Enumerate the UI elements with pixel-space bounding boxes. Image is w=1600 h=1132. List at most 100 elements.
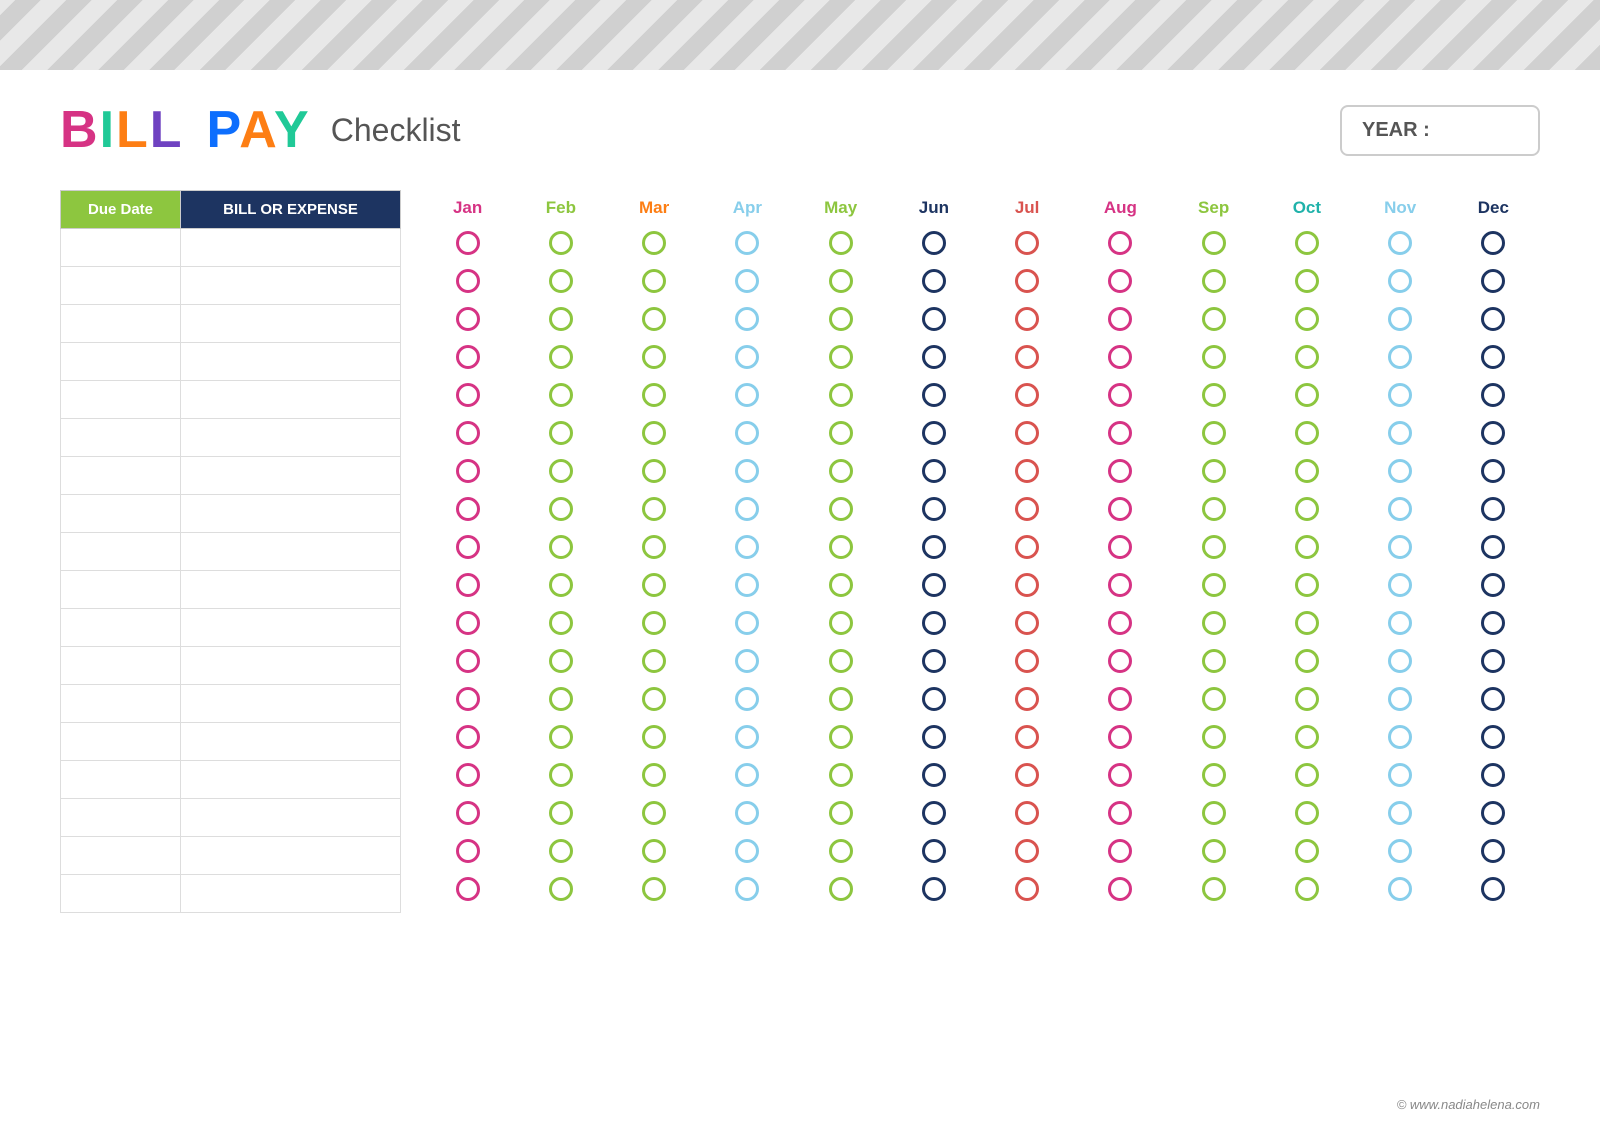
- circle-nov[interactable]: [1388, 497, 1412, 521]
- month-cell-may[interactable]: [794, 264, 887, 302]
- month-cell-oct[interactable]: [1260, 416, 1353, 454]
- circle-dec[interactable]: [1481, 839, 1505, 863]
- month-cell-sep[interactable]: [1167, 834, 1260, 872]
- month-cell-nov[interactable]: [1354, 568, 1447, 606]
- circle-apr[interactable]: [735, 801, 759, 825]
- month-cell-aug[interactable]: [1074, 796, 1167, 834]
- circle-mar[interactable]: [642, 573, 666, 597]
- month-cell-jan[interactable]: [421, 340, 514, 378]
- month-cell-aug[interactable]: [1074, 872, 1167, 910]
- circle-apr[interactable]: [735, 611, 759, 635]
- month-cell-apr[interactable]: [701, 416, 794, 454]
- month-cell-aug[interactable]: [1074, 644, 1167, 682]
- circle-apr[interactable]: [735, 535, 759, 559]
- month-cell-aug[interactable]: [1074, 226, 1167, 264]
- circle-sep[interactable]: [1202, 269, 1226, 293]
- circle-aug[interactable]: [1108, 269, 1132, 293]
- month-cell-apr[interactable]: [701, 378, 794, 416]
- month-cell-jun[interactable]: [887, 416, 980, 454]
- circle-apr[interactable]: [735, 269, 759, 293]
- month-cell-jan[interactable]: [421, 720, 514, 758]
- month-cell-apr[interactable]: [701, 834, 794, 872]
- month-cell-apr[interactable]: [701, 796, 794, 834]
- month-cell-may[interactable]: [794, 568, 887, 606]
- circle-jan[interactable]: [456, 535, 480, 559]
- due-date-cell[interactable]: [61, 305, 181, 343]
- month-cell-jan[interactable]: [421, 568, 514, 606]
- circle-feb[interactable]: [549, 611, 573, 635]
- bill-expense-cell[interactable]: [181, 267, 401, 305]
- month-cell-nov[interactable]: [1354, 606, 1447, 644]
- circle-aug[interactable]: [1108, 877, 1132, 901]
- bill-expense-cell[interactable]: [181, 305, 401, 343]
- month-cell-apr[interactable]: [701, 720, 794, 758]
- month-cell-may[interactable]: [794, 378, 887, 416]
- circle-may[interactable]: [829, 725, 853, 749]
- month-cell-dec[interactable]: [1447, 682, 1540, 720]
- circle-feb[interactable]: [549, 345, 573, 369]
- circle-oct[interactable]: [1295, 497, 1319, 521]
- circle-may[interactable]: [829, 801, 853, 825]
- month-cell-jan[interactable]: [421, 834, 514, 872]
- circle-sep[interactable]: [1202, 307, 1226, 331]
- month-cell-oct[interactable]: [1260, 454, 1353, 492]
- circle-dec[interactable]: [1481, 231, 1505, 255]
- due-date-cell[interactable]: [61, 647, 181, 685]
- circle-mar[interactable]: [642, 687, 666, 711]
- month-cell-jul[interactable]: [981, 834, 1074, 872]
- month-cell-jan[interactable]: [421, 416, 514, 454]
- month-cell-may[interactable]: [794, 606, 887, 644]
- bill-expense-cell[interactable]: [181, 343, 401, 381]
- circle-nov[interactable]: [1388, 345, 1412, 369]
- circle-sep[interactable]: [1202, 725, 1226, 749]
- circle-jul[interactable]: [1015, 459, 1039, 483]
- month-cell-dec[interactable]: [1447, 834, 1540, 872]
- month-cell-jun[interactable]: [887, 264, 980, 302]
- circle-jul[interactable]: [1015, 801, 1039, 825]
- month-cell-oct[interactable]: [1260, 720, 1353, 758]
- month-cell-oct[interactable]: [1260, 872, 1353, 910]
- month-cell-mar[interactable]: [608, 682, 701, 720]
- month-cell-may[interactable]: [794, 530, 887, 568]
- circle-jan[interactable]: [456, 839, 480, 863]
- month-cell-oct[interactable]: [1260, 682, 1353, 720]
- month-cell-aug[interactable]: [1074, 340, 1167, 378]
- month-cell-jun[interactable]: [887, 378, 980, 416]
- circle-may[interactable]: [829, 231, 853, 255]
- month-cell-nov[interactable]: [1354, 758, 1447, 796]
- month-cell-apr[interactable]: [701, 758, 794, 796]
- month-cell-feb[interactable]: [514, 796, 607, 834]
- month-cell-may[interactable]: [794, 758, 887, 796]
- month-cell-sep[interactable]: [1167, 530, 1260, 568]
- month-cell-jul[interactable]: [981, 264, 1074, 302]
- circle-may[interactable]: [829, 763, 853, 787]
- month-cell-dec[interactable]: [1447, 796, 1540, 834]
- circle-jul[interactable]: [1015, 763, 1039, 787]
- month-cell-oct[interactable]: [1260, 758, 1353, 796]
- circle-jan[interactable]: [456, 345, 480, 369]
- month-cell-jul[interactable]: [981, 378, 1074, 416]
- due-date-cell[interactable]: [61, 495, 181, 533]
- bill-expense-cell[interactable]: [181, 609, 401, 647]
- month-cell-mar[interactable]: [608, 644, 701, 682]
- month-cell-dec[interactable]: [1447, 720, 1540, 758]
- month-cell-jan[interactable]: [421, 226, 514, 264]
- circle-feb[interactable]: [549, 573, 573, 597]
- month-cell-jul[interactable]: [981, 720, 1074, 758]
- circle-may[interactable]: [829, 535, 853, 559]
- month-cell-dec[interactable]: [1447, 378, 1540, 416]
- month-cell-sep[interactable]: [1167, 454, 1260, 492]
- month-cell-oct[interactable]: [1260, 834, 1353, 872]
- month-cell-apr[interactable]: [701, 606, 794, 644]
- month-cell-sep[interactable]: [1167, 758, 1260, 796]
- circle-apr[interactable]: [735, 231, 759, 255]
- circle-nov[interactable]: [1388, 649, 1412, 673]
- month-cell-sep[interactable]: [1167, 720, 1260, 758]
- circle-oct[interactable]: [1295, 649, 1319, 673]
- month-cell-oct[interactable]: [1260, 606, 1353, 644]
- circle-nov[interactable]: [1388, 725, 1412, 749]
- month-cell-aug[interactable]: [1074, 378, 1167, 416]
- circle-aug[interactable]: [1108, 307, 1132, 331]
- month-cell-mar[interactable]: [608, 720, 701, 758]
- month-cell-dec[interactable]: [1447, 644, 1540, 682]
